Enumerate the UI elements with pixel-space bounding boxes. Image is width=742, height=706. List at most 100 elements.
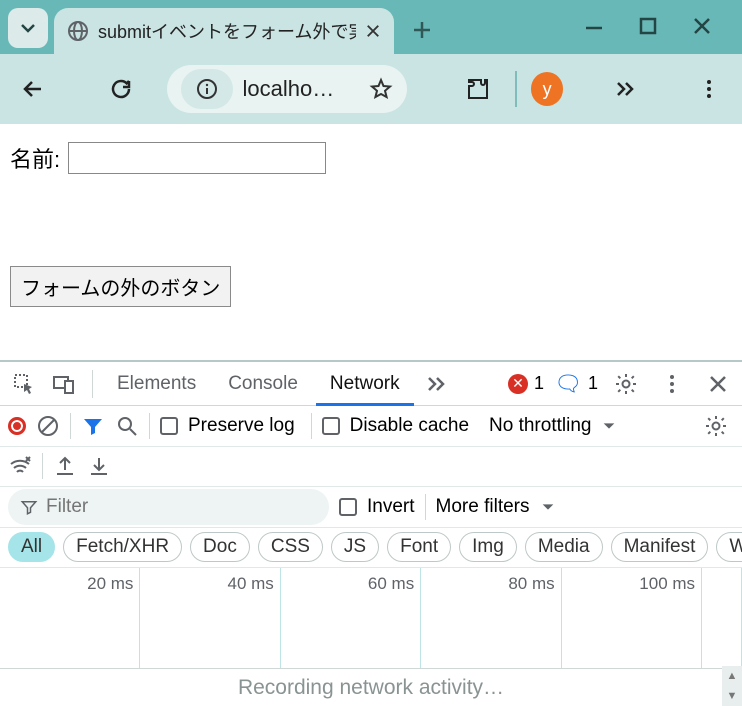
type-chip-doc[interactable]: Doc (190, 532, 250, 562)
active-tab[interactable]: submitイベントをフォーム外で実 (54, 8, 394, 54)
separator (515, 71, 517, 107)
network-settings[interactable] (698, 408, 734, 444)
clear-button[interactable] (36, 414, 60, 438)
disable-cache-checkbox[interactable] (322, 417, 340, 435)
timeline[interactable]: 20 ms40 ms60 ms80 ms100 ms (0, 568, 742, 669)
preserve-log-checkbox[interactable] (160, 417, 178, 435)
network-conditions-icon[interactable] (8, 454, 32, 478)
message-icon: 🗨 (554, 371, 582, 397)
name-label: 名前: (10, 142, 60, 174)
site-info-button[interactable] (181, 69, 233, 109)
star-icon[interactable] (369, 77, 393, 101)
timeline-label: 80 ms (508, 574, 554, 594)
scrollbar-buttons[interactable]: ▲▼ (722, 666, 742, 706)
filter-input[interactable] (8, 489, 329, 525)
close-tab-icon[interactable] (364, 22, 382, 40)
profile-initial: y (543, 79, 552, 100)
overflow-chevrons[interactable] (601, 65, 647, 113)
type-chip-manifest[interactable]: Manifest (611, 532, 709, 562)
arrow-left-icon (21, 77, 45, 101)
profile-badge[interactable]: y (531, 72, 564, 106)
tab-search-dropdown[interactable] (8, 8, 48, 48)
filter-toggle[interactable] (81, 414, 105, 438)
timeline-column: 60 ms (281, 568, 421, 668)
filter-input-wrap (8, 489, 329, 525)
invert-checkbox[interactable] (339, 498, 357, 516)
close-icon (706, 372, 730, 396)
address-bar[interactable]: localho… (167, 65, 407, 113)
external-submit-button[interactable]: フォームの外のボタン (10, 266, 231, 307)
back-button[interactable] (10, 65, 56, 113)
gear-icon (614, 372, 638, 396)
extensions-button[interactable] (455, 65, 501, 113)
filter-row: Invert More filters (0, 487, 742, 528)
type-chip-js[interactable]: JS (331, 532, 379, 562)
record-button[interactable] (8, 417, 26, 435)
type-chip-ws[interactable]: WS (716, 532, 742, 562)
type-chip-all[interactable]: All (8, 532, 55, 562)
tab-strip: submitイベントをフォーム外で実 (0, 0, 742, 54)
maximize-icon[interactable] (636, 14, 660, 38)
more-tabs-button[interactable] (418, 366, 454, 402)
tab-elements[interactable]: Elements (103, 362, 210, 406)
close-window-icon[interactable] (690, 14, 714, 38)
window-controls (582, 14, 742, 54)
tab-console[interactable]: Console (214, 362, 312, 406)
inspect-element-button[interactable] (6, 366, 42, 402)
name-input[interactable] (68, 142, 326, 174)
separator (311, 413, 312, 439)
search-button[interactable] (115, 414, 139, 438)
throttling-select[interactable]: No throttling (489, 415, 591, 437)
message-count: 1 (588, 373, 598, 394)
scroll-up-icon[interactable]: ▲ (722, 666, 742, 686)
type-chip-fetchxhr[interactable]: Fetch/XHR (63, 532, 182, 562)
gear-icon (704, 414, 728, 438)
type-chip-css[interactable]: CSS (258, 532, 323, 562)
timeline-column: 80 ms (421, 568, 561, 668)
separator (92, 370, 93, 398)
browser-toolbar: localho… y (0, 54, 742, 124)
type-chip-font[interactable]: Font (387, 532, 451, 562)
browser-menu[interactable] (686, 65, 732, 113)
puzzle-icon (466, 77, 490, 101)
network-controls-row: Preserve log Disable cache No throttling (0, 406, 742, 447)
new-tab-button[interactable] (402, 10, 442, 50)
minimize-icon[interactable] (582, 14, 606, 38)
invert-label: Invert (367, 496, 415, 518)
plus-icon (410, 18, 434, 42)
request-type-chips: All Fetch/XHR Doc CSS JS Font Img Media Manifest… (0, 528, 742, 569)
more-filters-dropdown[interactable]: More filters (436, 496, 530, 518)
tab-network[interactable]: Network (316, 362, 414, 406)
device-toggle-button[interactable] (46, 366, 82, 402)
chevron-down-icon (16, 16, 40, 40)
url-text: localho… (243, 76, 335, 102)
upload-har-icon[interactable] (53, 454, 77, 478)
devtools-menu[interactable] (654, 366, 690, 402)
network-io-row (0, 447, 742, 488)
separator (70, 413, 71, 439)
page-content: 名前: フォームの外のボタン (0, 124, 742, 360)
error-indicator[interactable]: ✕1 (508, 373, 544, 394)
tab-title: submitイベントをフォーム外で実 (98, 18, 356, 44)
scroll-down-icon[interactable]: ▼ (722, 686, 742, 706)
reload-button[interactable] (98, 65, 144, 113)
recording-status: Recording network activity… (0, 669, 742, 706)
double-chevron-right-icon (613, 77, 637, 101)
message-indicator[interactable]: 🗨1 (554, 371, 598, 397)
info-icon (195, 77, 219, 101)
kebab-icon (660, 372, 684, 396)
devtools-close[interactable] (700, 366, 736, 402)
type-chip-media[interactable]: Media (525, 532, 603, 562)
chevron-down-icon (601, 418, 617, 434)
timeline-column: 20 ms (0, 568, 140, 668)
chevron-down-icon (540, 499, 556, 515)
funnel-icon (20, 498, 38, 516)
download-har-icon[interactable] (87, 454, 111, 478)
globe-icon (66, 19, 90, 43)
type-chip-img[interactable]: Img (459, 532, 517, 562)
devtools-tabbar: Elements Console Network ✕1 🗨1 (0, 362, 742, 406)
inspect-icon (12, 372, 36, 396)
devtools-settings[interactable] (608, 366, 644, 402)
disable-cache-label: Disable cache (350, 415, 469, 437)
devtools-right-controls: ✕1 🗨1 (508, 366, 736, 402)
